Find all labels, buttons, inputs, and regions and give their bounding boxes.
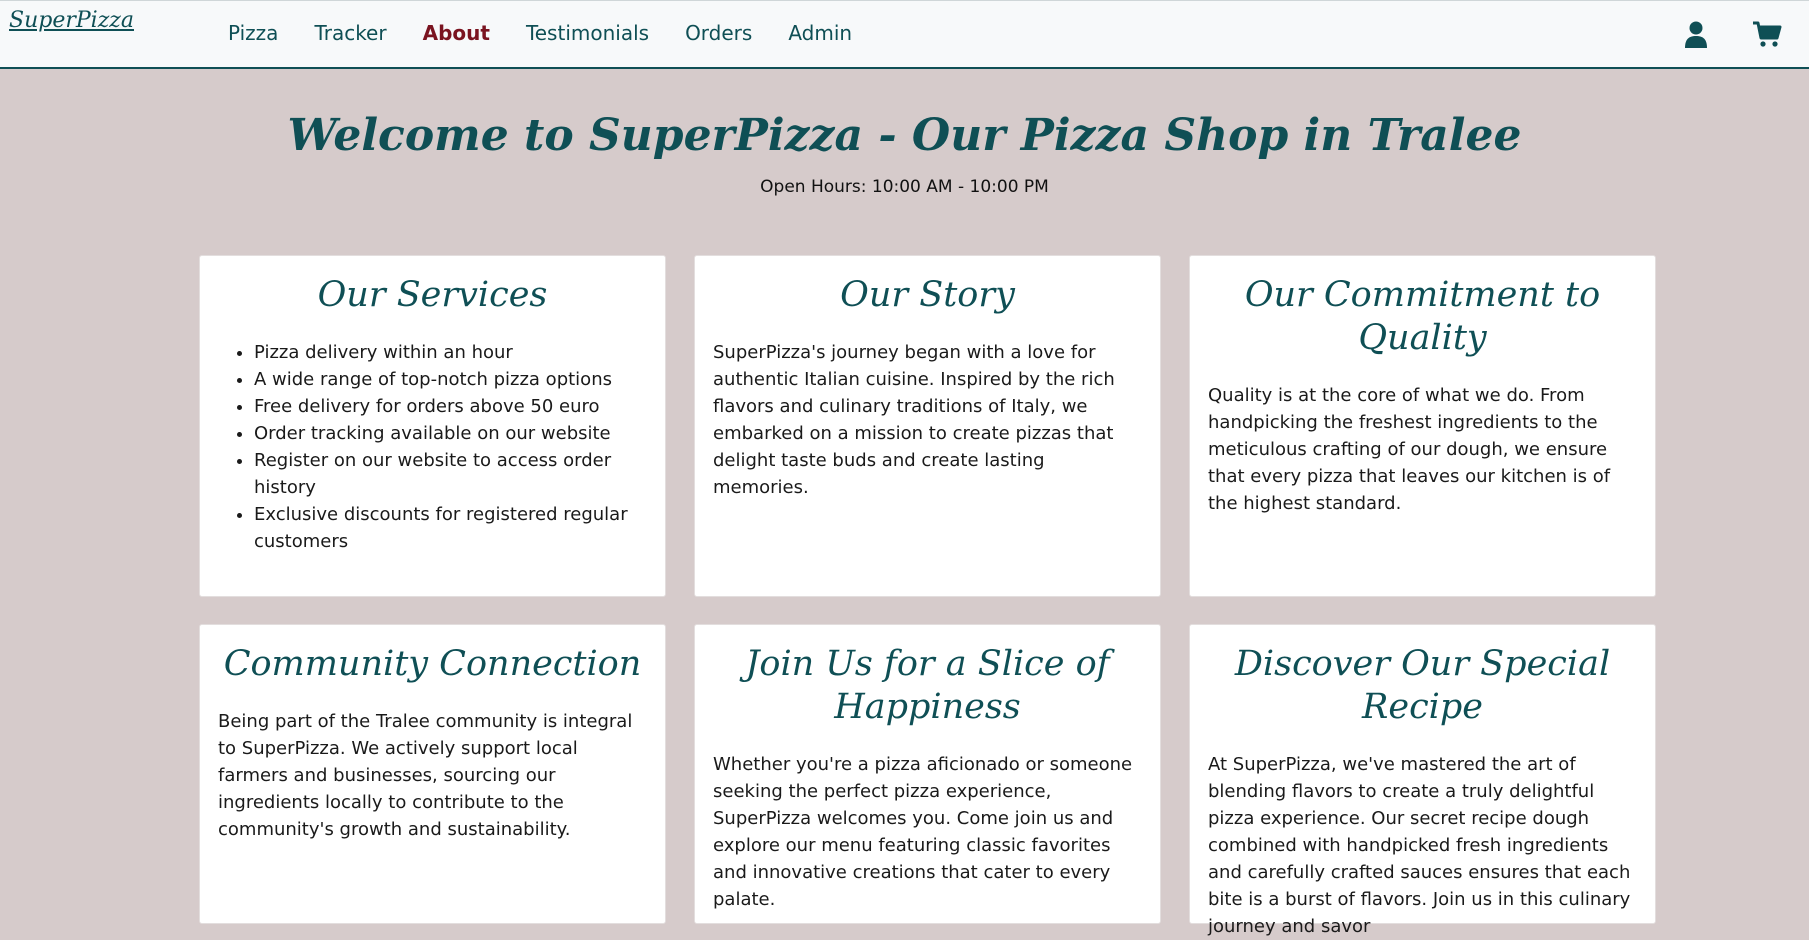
list-item: Register on our website to access order … bbox=[254, 447, 647, 501]
card-title: Our Services bbox=[317, 275, 548, 315]
card-our-story: Our Story SuperPizza's journey began wit… bbox=[694, 255, 1161, 597]
card-text: At SuperPizza, we've mastered the art of… bbox=[1208, 754, 1631, 937]
page-title: Welcome to SuperPizza - Our Pizza Shop i… bbox=[287, 110, 1522, 161]
cart-icon[interactable] bbox=[1752, 19, 1782, 49]
nav-link-pizza[interactable]: Pizza bbox=[210, 21, 296, 45]
card-community-connection: Community Connection Being part of the T… bbox=[199, 624, 666, 924]
card-title: Our Commitment to Quality bbox=[1244, 275, 1601, 358]
card-text: Quality is at the core of what we do. Fr… bbox=[1208, 385, 1611, 514]
nav-link-orders[interactable]: Orders bbox=[667, 21, 770, 45]
nav-links: Pizza Tracker About Testimonials Orders … bbox=[210, 21, 870, 45]
list-item: Free delivery for orders above 50 euro bbox=[254, 393, 647, 420]
card-our-services: Our Services Pizza delivery within an ho… bbox=[199, 255, 666, 597]
list-item: Pizza delivery within an hour bbox=[254, 339, 647, 366]
brand-logo-link[interactable]: SuperPizza bbox=[9, 8, 134, 33]
open-hours-text: Open Hours: 10:00 AM - 10:00 PM bbox=[760, 177, 1049, 197]
card-text: Being part of the Tralee community is in… bbox=[218, 711, 633, 840]
list-item: Exclusive discounts for registered regul… bbox=[254, 501, 647, 555]
card-text: Whether you're a pizza aficionado or som… bbox=[713, 754, 1133, 910]
card-text: SuperPizza's journey began with a love f… bbox=[713, 342, 1115, 498]
card-special-recipe: Discover Our Special Recipe At SuperPizz… bbox=[1189, 624, 1656, 937]
card-join-us: Join Us for a Slice of Happiness Whether… bbox=[694, 624, 1161, 924]
user-icon[interactable] bbox=[1681, 19, 1711, 49]
nav-link-admin[interactable]: Admin bbox=[770, 21, 870, 45]
card-commitment-quality: Our Commitment to Quality Quality is at … bbox=[1189, 255, 1656, 597]
nav-link-tracker[interactable]: Tracker bbox=[296, 21, 404, 45]
services-list: Pizza delivery within an hour A wide ran… bbox=[218, 339, 647, 555]
card-title: Community Connection bbox=[223, 644, 642, 684]
nav-link-testimonials[interactable]: Testimonials bbox=[508, 21, 667, 45]
card-title: Discover Our Special Recipe bbox=[1234, 644, 1611, 727]
card-title: Join Us for a Slice of Happiness bbox=[745, 644, 1110, 727]
top-navbar: SuperPizza Pizza Tracker About Testimoni… bbox=[0, 0, 1809, 69]
list-item: Order tracking available on our website bbox=[254, 420, 647, 447]
card-title: Our Story bbox=[840, 275, 1015, 315]
nav-link-about[interactable]: About bbox=[405, 21, 508, 45]
list-item: A wide range of top-notch pizza options bbox=[254, 366, 647, 393]
